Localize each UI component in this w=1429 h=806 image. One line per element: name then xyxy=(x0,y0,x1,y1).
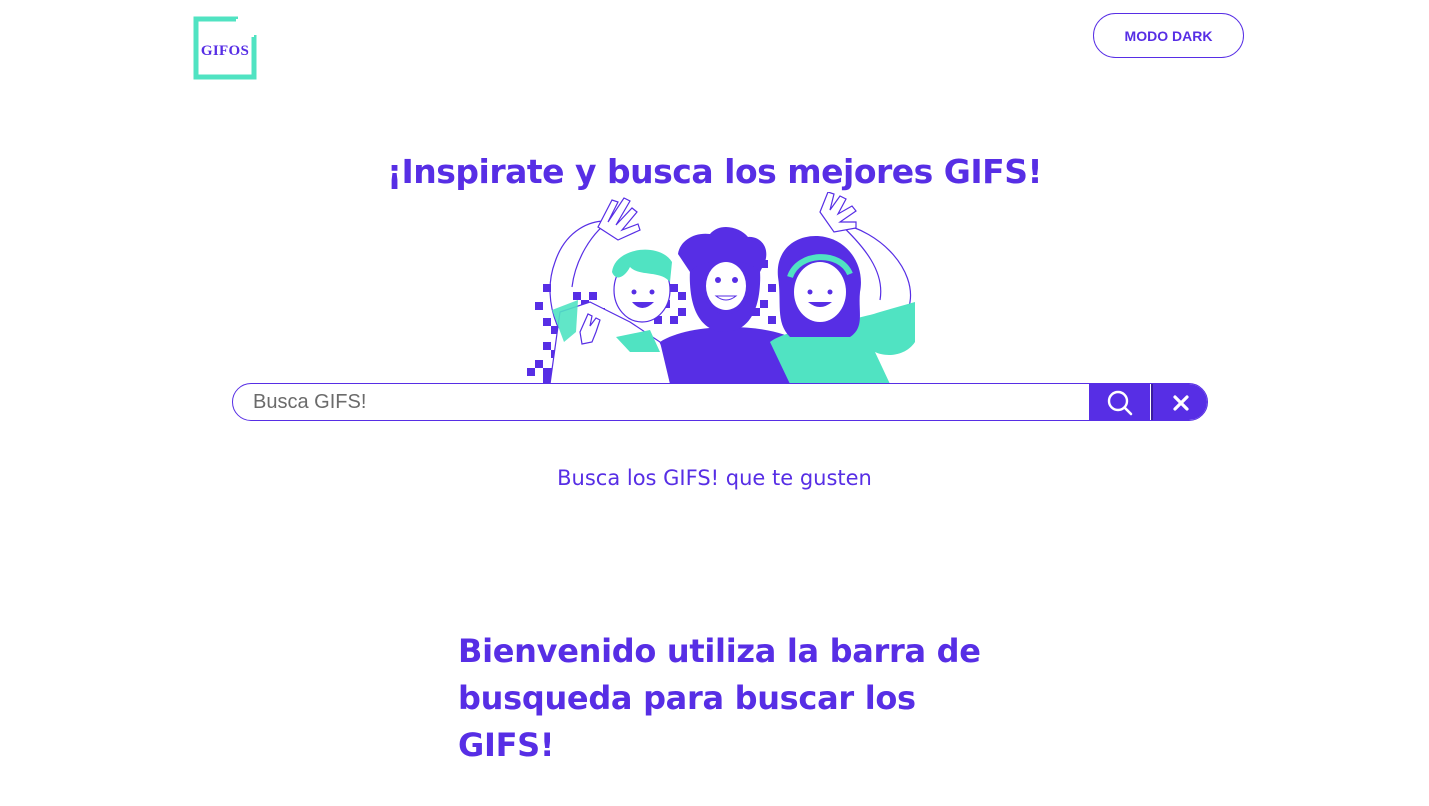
clear-search-button[interactable] xyxy=(1151,384,1207,420)
welcome-line-1: Bienvenido utiliza la barra de xyxy=(458,632,981,670)
search-input[interactable] xyxy=(253,384,1083,420)
search-button[interactable] xyxy=(1089,384,1150,420)
logo-text: GIFOS xyxy=(200,43,250,59)
search-subtitle: Busca los GIFS! que te gusten xyxy=(557,466,872,490)
search-icon xyxy=(1107,390,1132,416)
hero-title: ¡Inspirate y busca los mejores GIFS! xyxy=(386,152,1043,191)
dark-mode-button[interactable]: MODO DARK xyxy=(1093,13,1244,58)
search-bar xyxy=(232,383,1208,421)
waving-people-illustration xyxy=(520,191,920,385)
logo[interactable]: GIFOS xyxy=(193,16,257,80)
welcome-message: Bienvenido utiliza la barra de busqueda … xyxy=(458,628,1018,769)
welcome-line-2: busqueda para buscar los GIFS! xyxy=(458,679,916,764)
close-icon xyxy=(1173,395,1189,411)
